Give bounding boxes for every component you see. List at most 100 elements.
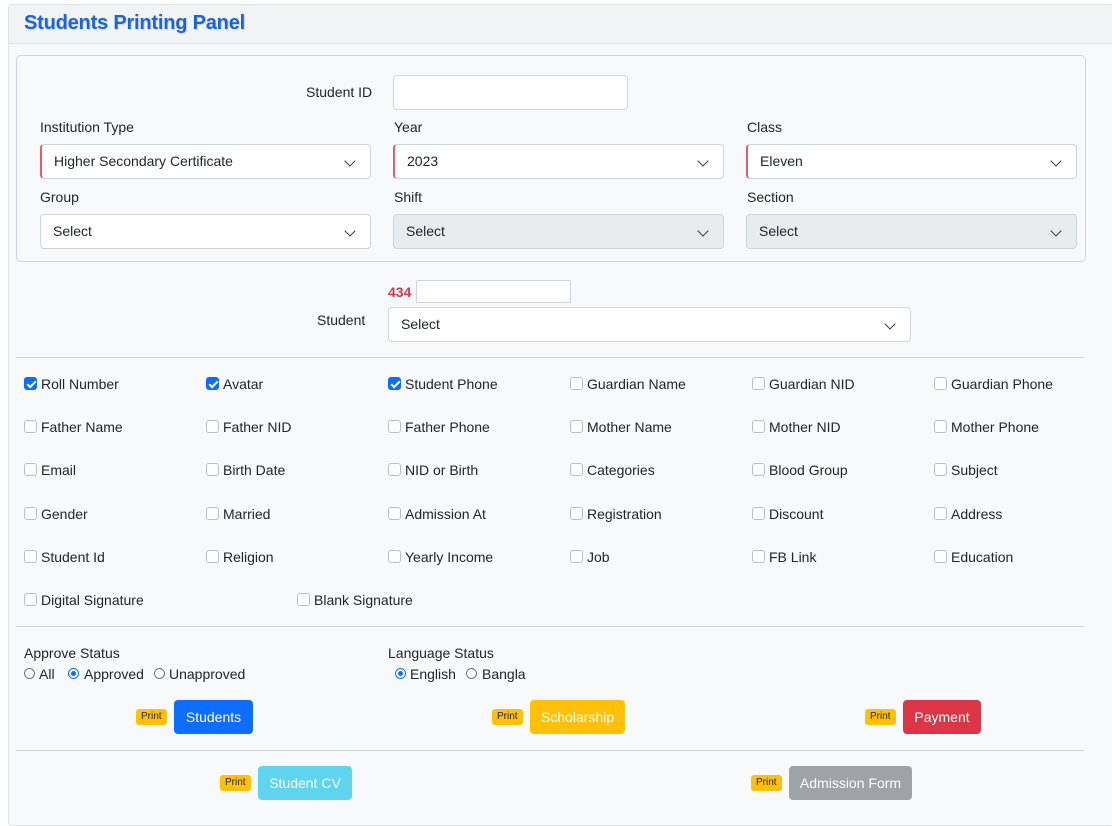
checkbox-icon[interactable] xyxy=(752,377,765,390)
shift-value: Select xyxy=(406,223,445,239)
checkbox-icon[interactable] xyxy=(24,463,37,476)
chevron-down-icon xyxy=(1050,155,1062,167)
approve-status-label: Approve Status xyxy=(24,645,120,661)
field-checkbox-label: Religion xyxy=(223,549,274,565)
checkbox-icon[interactable] xyxy=(388,463,401,476)
checkbox-icon[interactable] xyxy=(570,463,583,476)
checkbox-icon[interactable] xyxy=(752,463,765,476)
checkbox-icon[interactable] xyxy=(934,550,947,563)
panel-header: Students Printing Panel xyxy=(9,5,1112,44)
shift-select[interactable]: Select xyxy=(393,214,724,249)
checkbox-checked-icon[interactable] xyxy=(24,377,37,390)
student-select[interactable]: Select xyxy=(388,307,911,342)
field-checkbox-label: Blood Group xyxy=(769,462,848,478)
radio-unapproved[interactable] xyxy=(154,668,165,679)
checkbox-icon[interactable] xyxy=(752,550,765,563)
chevron-down-icon xyxy=(697,225,709,237)
field-checkbox-label: Mother NID xyxy=(769,419,841,435)
radio-bangla-label: Bangla xyxy=(482,666,526,682)
checkbox-icon[interactable] xyxy=(24,593,37,606)
radio-bangla[interactable] xyxy=(466,668,477,679)
chevron-down-icon xyxy=(884,318,896,330)
checkbox-icon[interactable] xyxy=(388,420,401,433)
checkbox-icon[interactable] xyxy=(752,420,765,433)
checkbox-icon[interactable] xyxy=(934,377,947,390)
checkbox-icon[interactable] xyxy=(206,550,219,563)
checkbox-icon[interactable] xyxy=(570,507,583,520)
year-value: 2023 xyxy=(407,153,439,169)
student-value: Select xyxy=(401,316,440,332)
checkbox-icon[interactable] xyxy=(206,507,219,520)
divider xyxy=(16,357,1084,358)
field-checkbox-label: Married xyxy=(223,506,271,522)
institution-type-label: Institution Type xyxy=(40,119,134,135)
print-payment-button[interactable]: Payment xyxy=(903,700,981,734)
checkbox-icon[interactable] xyxy=(24,550,37,563)
field-checkbox-label: FB Link xyxy=(769,549,817,565)
field-checkbox-label: Discount xyxy=(769,506,824,522)
print-badge: Print xyxy=(136,709,167,725)
checkbox-icon[interactable] xyxy=(752,507,765,520)
checkbox-icon[interactable] xyxy=(570,377,583,390)
field-checkbox-label: NID or Birth xyxy=(405,462,479,478)
checkbox-icon[interactable] xyxy=(934,507,947,520)
field-checkbox-label: Digital Signature xyxy=(41,592,144,608)
chevron-down-icon xyxy=(697,155,709,167)
checkbox-icon[interactable] xyxy=(570,420,583,433)
checkbox-icon[interactable] xyxy=(206,420,219,433)
print-students-button[interactable]: Students xyxy=(174,700,253,734)
checkbox-icon[interactable] xyxy=(24,420,37,433)
year-select[interactable]: 2023 xyxy=(393,144,724,179)
field-checkbox-label: Categories xyxy=(587,462,655,478)
approve-status-radio-group: All Approved Unapproved xyxy=(24,666,324,682)
field-checkbox-label: Yearly Income xyxy=(405,549,494,565)
checkbox-icon[interactable] xyxy=(570,550,583,563)
student-id-input[interactable] xyxy=(393,75,628,110)
field-checkbox-label: Father NID xyxy=(223,419,292,435)
radio-all[interactable] xyxy=(24,668,35,679)
field-checkbox-label: Student Phone xyxy=(405,376,498,392)
checkbox-icon[interactable] xyxy=(934,420,947,433)
class-value: Eleven xyxy=(760,153,803,169)
student-search-input[interactable] xyxy=(416,280,571,303)
field-checkbox-label: Guardian NID xyxy=(769,376,855,392)
chevron-down-icon xyxy=(344,225,356,237)
checkbox-checked-icon[interactable] xyxy=(206,377,219,390)
print-scholarship-button[interactable]: Scholarship xyxy=(530,700,625,734)
print-badge: Print xyxy=(492,709,523,725)
field-checkbox-label: Guardian Name xyxy=(587,376,686,392)
radio-english[interactable] xyxy=(395,668,406,679)
print-badge: Print xyxy=(865,709,896,725)
field-checkbox-label: Birth Date xyxy=(223,462,286,478)
language-status-radio-group: English Bangla xyxy=(395,666,595,682)
student-label: Student xyxy=(317,312,366,328)
group-label: Group xyxy=(40,189,79,205)
field-checkbox-label: Mother Phone xyxy=(951,419,1039,435)
chevron-down-icon xyxy=(344,155,356,167)
field-checkbox-label: Subject xyxy=(951,462,998,478)
year-label: Year xyxy=(394,119,423,135)
field-checkbox-label: Registration xyxy=(587,506,662,522)
language-status-label: Language Status xyxy=(388,645,494,661)
field-checkbox-label: Father Phone xyxy=(405,419,490,435)
student-count: 434 xyxy=(388,284,412,300)
checkbox-icon[interactable] xyxy=(388,507,401,520)
student-id-label: Student ID xyxy=(306,84,373,100)
field-checkbox-label: Job xyxy=(587,549,610,565)
field-checkbox-label: Roll Number xyxy=(41,376,119,392)
checkbox-icon[interactable] xyxy=(206,463,219,476)
field-checkbox-label: Admission At xyxy=(405,506,486,522)
group-select[interactable]: Select xyxy=(40,214,371,249)
section-select[interactable]: Select xyxy=(746,214,1077,249)
field-checkbox-label: Student Id xyxy=(41,549,105,565)
group-value: Select xyxy=(53,223,92,239)
checkbox-icon[interactable] xyxy=(388,550,401,563)
class-select[interactable]: Eleven xyxy=(746,144,1077,179)
checkbox-checked-icon[interactable] xyxy=(388,377,401,390)
field-checkbox-label: Guardian Phone xyxy=(951,376,1053,392)
checkbox-icon[interactable] xyxy=(297,593,310,606)
institution-type-select[interactable]: Higher Secondary Certificate xyxy=(40,144,371,179)
radio-approved[interactable] xyxy=(68,668,79,679)
checkbox-icon[interactable] xyxy=(24,507,37,520)
checkbox-icon[interactable] xyxy=(934,463,947,476)
